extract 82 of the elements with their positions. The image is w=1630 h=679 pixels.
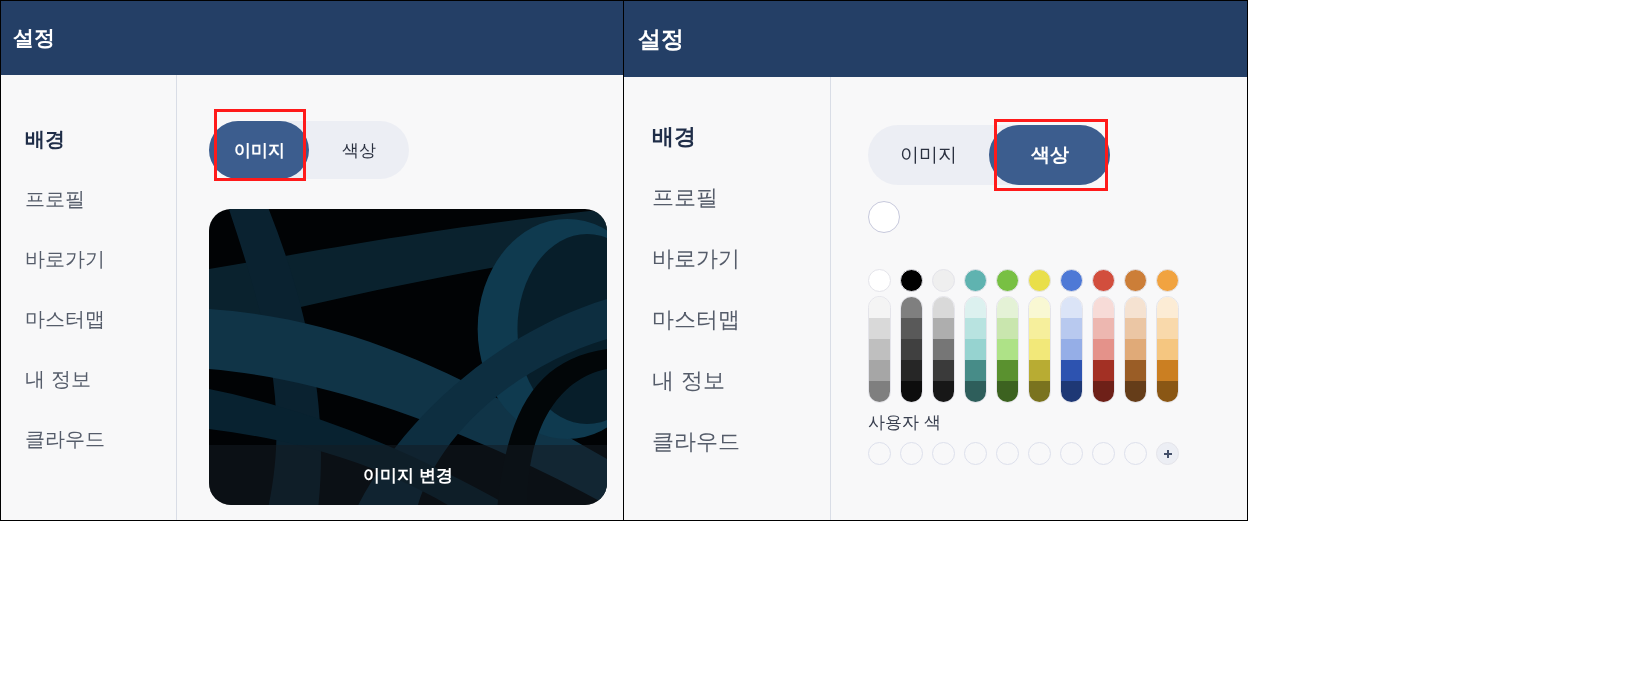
color-shade[interactable]	[997, 381, 1018, 402]
sidebar-item[interactable]: 내 정보	[25, 365, 92, 393]
window-title: 설정	[13, 25, 55, 52]
sidebar-item[interactable]: 클라우드	[25, 425, 105, 453]
color-shade[interactable]	[933, 339, 954, 360]
color-swatch[interactable]	[900, 269, 923, 292]
sidebar-item[interactable]: 프로필	[25, 185, 85, 213]
sidebar-item[interactable]: 마스터맵	[652, 306, 740, 334]
color-shade[interactable]	[1093, 360, 1114, 381]
color-shade[interactable]	[933, 318, 954, 339]
color-shade[interactable]	[901, 381, 922, 402]
color-shade[interactable]	[1125, 381, 1146, 402]
color-shade[interactable]	[1093, 381, 1114, 402]
color-shade[interactable]	[869, 297, 890, 318]
color-shade[interactable]	[1061, 381, 1082, 402]
color-shade[interactable]	[1125, 318, 1146, 339]
color-shade[interactable]	[965, 381, 986, 402]
color-shade[interactable]	[901, 339, 922, 360]
window-title: 설정	[638, 24, 684, 54]
color-shade[interactable]	[965, 360, 986, 381]
color-shade[interactable]	[869, 318, 890, 339]
color-shade[interactable]	[1157, 360, 1178, 381]
sidebar-item[interactable]: 바로가기	[652, 245, 740, 273]
color-shade[interactable]	[1093, 339, 1114, 360]
color-shade[interactable]	[997, 297, 1018, 318]
color-shade[interactable]	[933, 297, 954, 318]
color-shade[interactable]	[869, 360, 890, 381]
color-swatch[interactable]	[1060, 269, 1083, 292]
color-shade[interactable]	[1029, 381, 1050, 402]
color-swatch[interactable]	[1028, 269, 1051, 292]
color-shade[interactable]	[1093, 297, 1114, 318]
sidebar-item[interactable]: 내 정보	[652, 367, 725, 395]
tab[interactable]: 색상	[989, 125, 1110, 185]
color-shade[interactable]	[1061, 297, 1082, 318]
color-shade[interactable]	[1093, 318, 1114, 339]
color-shade[interactable]	[997, 339, 1018, 360]
color-shade[interactable]	[1029, 360, 1050, 381]
color-swatch[interactable]	[1092, 269, 1115, 292]
sidebar-item[interactable]: 배경	[25, 125, 65, 153]
custom-color-label: 사용자 색	[868, 411, 942, 434]
color-shade[interactable]	[1157, 339, 1178, 360]
color-shade[interactable]	[1157, 297, 1178, 318]
color-swatch[interactable]	[1156, 269, 1179, 292]
color-shade[interactable]	[997, 318, 1018, 339]
color-shade[interactable]	[901, 297, 922, 318]
color-shade[interactable]	[965, 339, 986, 360]
color-shade[interactable]	[1061, 360, 1082, 381]
color-shade[interactable]	[1029, 297, 1050, 318]
color-swatch[interactable]	[964, 269, 987, 292]
color-shade[interactable]	[1061, 339, 1082, 360]
color-shade[interactable]	[997, 360, 1018, 381]
add-color-button[interactable]	[1156, 442, 1179, 465]
color-swatch[interactable]	[1124, 269, 1147, 292]
color-shade[interactable]	[901, 318, 922, 339]
change-image-button[interactable]: 이미지 변경	[209, 445, 607, 505]
sidebar-item[interactable]: 프로필	[652, 184, 718, 212]
color-shade[interactable]	[869, 381, 890, 402]
color-shade[interactable]	[1029, 318, 1050, 339]
sidebar-item[interactable]: 클라우드	[652, 428, 740, 456]
color-shade[interactable]	[965, 318, 986, 339]
sidebar-item[interactable]: 바로가기	[25, 245, 105, 273]
color-shade[interactable]	[965, 297, 986, 318]
color-swatch[interactable]	[996, 269, 1019, 292]
current-color-swatch[interactable]	[868, 201, 900, 233]
tab[interactable]: 이미지	[209, 121, 309, 179]
plus-icon	[1162, 448, 1173, 459]
tab[interactable]: 이미지	[868, 125, 989, 185]
color-shade[interactable]	[1029, 339, 1050, 360]
color-shade[interactable]	[1157, 381, 1178, 402]
color-shade[interactable]	[933, 360, 954, 381]
color-shade[interactable]	[1125, 360, 1146, 381]
color-shade[interactable]	[933, 381, 954, 402]
color-swatch[interactable]	[868, 269, 891, 292]
color-shade[interactable]	[1125, 297, 1146, 318]
color-shade[interactable]	[901, 360, 922, 381]
color-shade[interactable]	[869, 339, 890, 360]
sidebar-item[interactable]: 마스터맵	[25, 305, 105, 333]
color-shade[interactable]	[1157, 318, 1178, 339]
sidebar-item[interactable]: 배경	[652, 123, 696, 151]
color-shade[interactable]	[1125, 339, 1146, 360]
color-shade[interactable]	[1061, 318, 1082, 339]
tab[interactable]: 색상	[309, 121, 409, 179]
